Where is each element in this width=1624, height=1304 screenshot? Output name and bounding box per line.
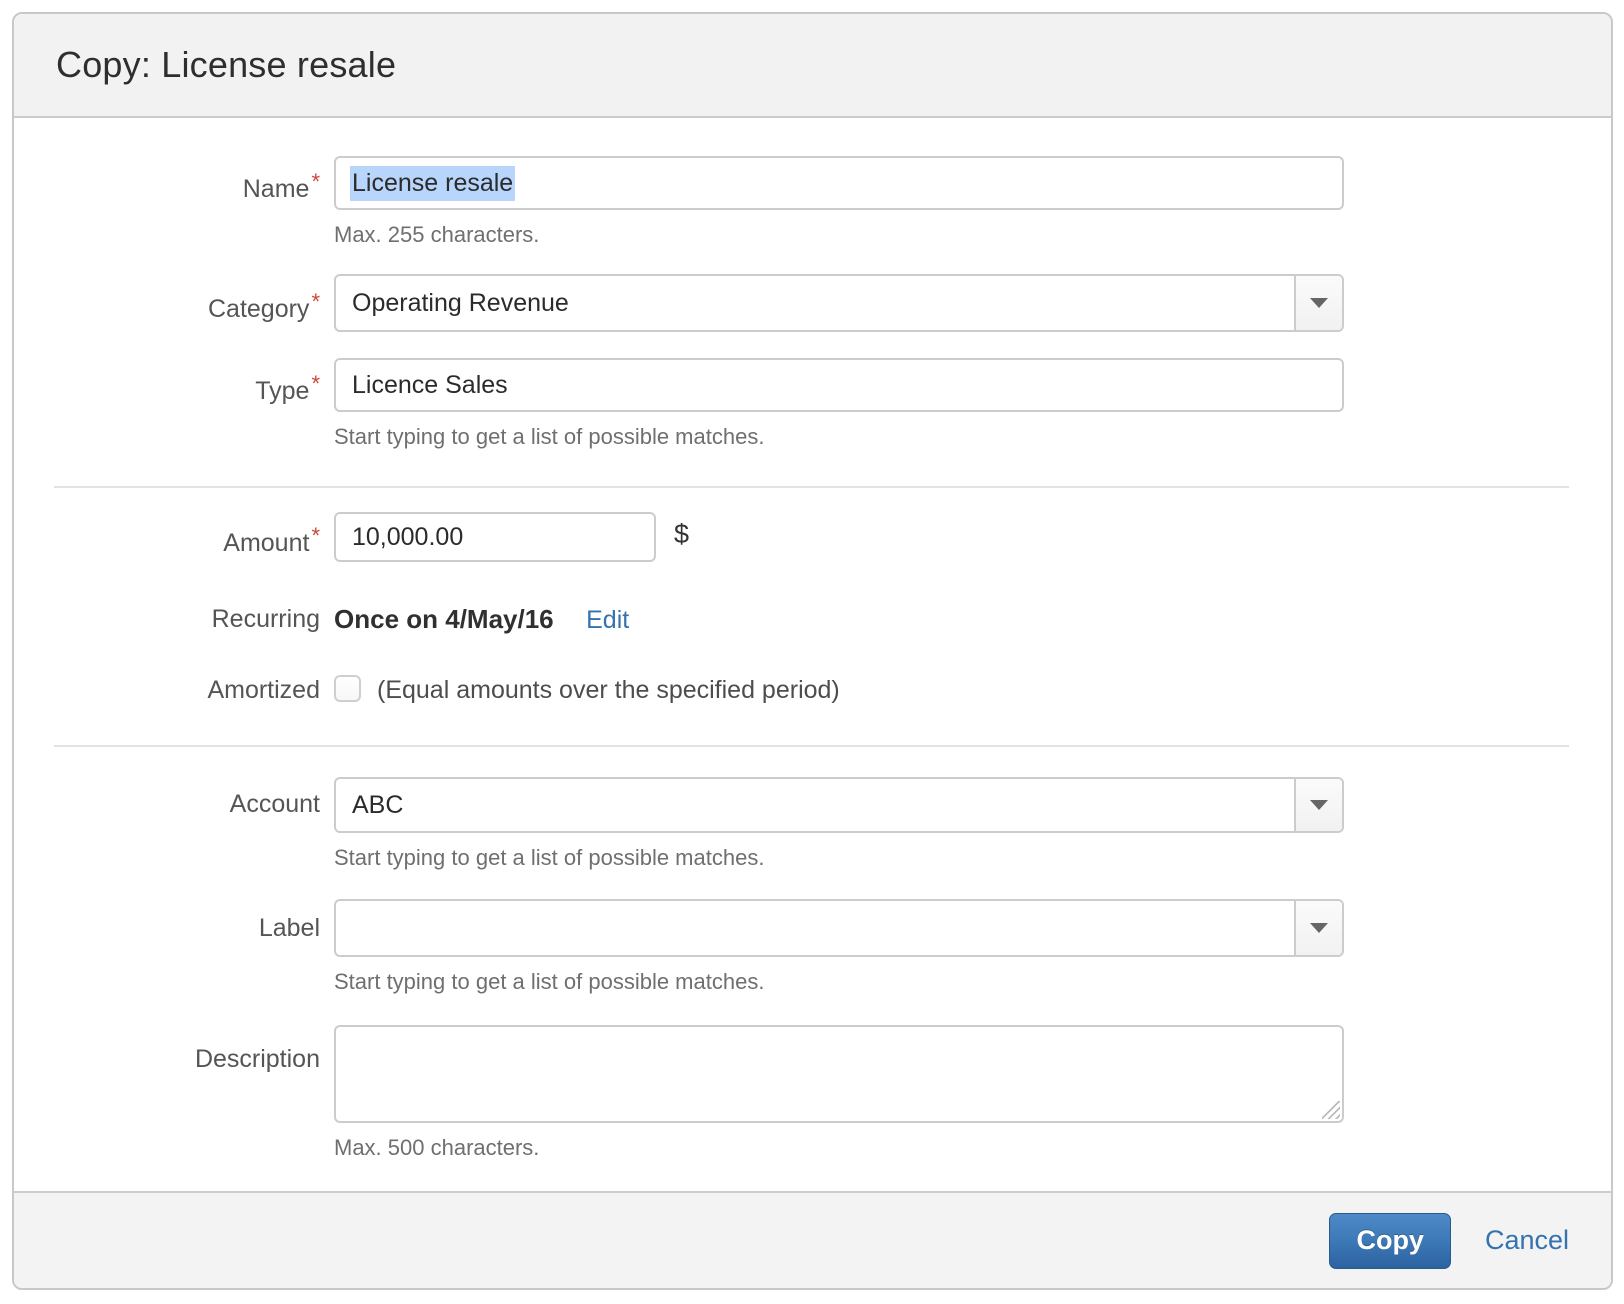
label-field-row: Label Start typing to get a list of poss…	[14, 899, 1611, 995]
amortized-label: Amortized	[14, 675, 320, 705]
name-input-selected-text: License resale	[350, 166, 515, 201]
account-select[interactable]: ABC	[334, 777, 1344, 833]
category-select-value: Operating Revenue	[336, 276, 1294, 330]
recurring-label: Recurring	[14, 604, 320, 634]
label-select[interactable]	[334, 899, 1344, 957]
amortized-description: (Equal amounts over the specified period…	[377, 676, 840, 704]
chevron-down-icon	[1310, 800, 1328, 810]
description-label: Description	[14, 1025, 320, 1074]
description-help-text: Max. 500 characters.	[334, 1135, 1344, 1161]
amount-input[interactable]	[334, 512, 656, 562]
chevron-down-icon	[1310, 923, 1328, 933]
name-field-row: Name* License resale Max. 255 characters…	[14, 156, 1611, 248]
description-textarea[interactable]	[334, 1025, 1344, 1123]
account-field-row: Account ABC Start typing to get a list o…	[14, 777, 1611, 871]
account-label: Account	[14, 777, 320, 819]
category-label: Category*	[14, 274, 320, 324]
amount-label: Amount*	[14, 512, 320, 558]
name-help-text: Max. 255 characters.	[334, 222, 1344, 248]
section-divider	[54, 486, 1569, 488]
resize-handle-icon[interactable]	[1322, 1101, 1340, 1119]
account-dropdown-button[interactable]	[1294, 779, 1342, 831]
recurring-edit-link[interactable]: Edit	[586, 606, 629, 634]
account-select-value: ABC	[336, 779, 1294, 831]
copy-dialog: Copy: License resale Name* License resal…	[12, 12, 1613, 1290]
type-label: Type*	[14, 358, 320, 406]
type-input[interactable]	[334, 358, 1344, 412]
category-field-row: Category* Operating Revenue	[14, 274, 1611, 332]
dialog-header: Copy: License resale	[14, 14, 1611, 118]
copy-button[interactable]: Copy	[1329, 1213, 1451, 1269]
type-help-text: Start typing to get a list of possible m…	[334, 424, 1344, 450]
dialog-title: Copy: License resale	[56, 44, 396, 86]
cancel-link[interactable]: Cancel	[1485, 1225, 1569, 1256]
section-divider	[54, 745, 1569, 747]
category-select[interactable]: Operating Revenue	[334, 274, 1344, 332]
required-icon: *	[311, 169, 320, 194]
label-label: Label	[14, 899, 320, 943]
required-icon: *	[311, 371, 320, 396]
required-icon: *	[311, 289, 320, 314]
dialog-footer: Copy Cancel	[14, 1191, 1611, 1288]
name-label: Name*	[14, 156, 320, 204]
currency-symbol: $	[674, 519, 689, 549]
amortized-field-row: Amortized (Equal amounts over the specif…	[14, 675, 1611, 705]
label-select-value	[336, 901, 1294, 955]
name-input[interactable]: License resale	[334, 156, 1344, 210]
recurring-value: Once on 4/May/16	[334, 604, 554, 634]
category-dropdown-button[interactable]	[1294, 276, 1342, 330]
required-icon: *	[311, 523, 320, 548]
recurring-field-row: Recurring Once on 4/May/16 Edit	[14, 604, 1611, 635]
amount-field-row: Amount* $	[14, 512, 1611, 562]
chevron-down-icon	[1310, 298, 1328, 308]
type-field-row: Type* Start typing to get a list of poss…	[14, 358, 1611, 450]
account-help-text: Start typing to get a list of possible m…	[334, 845, 1344, 871]
amortized-checkbox[interactable]	[334, 675, 361, 702]
label-dropdown-button[interactable]	[1294, 901, 1342, 955]
dialog-body: Name* License resale Max. 255 characters…	[14, 118, 1611, 1191]
description-field-row: Description Max. 500 characters.	[14, 1025, 1611, 1161]
label-help-text: Start typing to get a list of possible m…	[334, 969, 1344, 995]
